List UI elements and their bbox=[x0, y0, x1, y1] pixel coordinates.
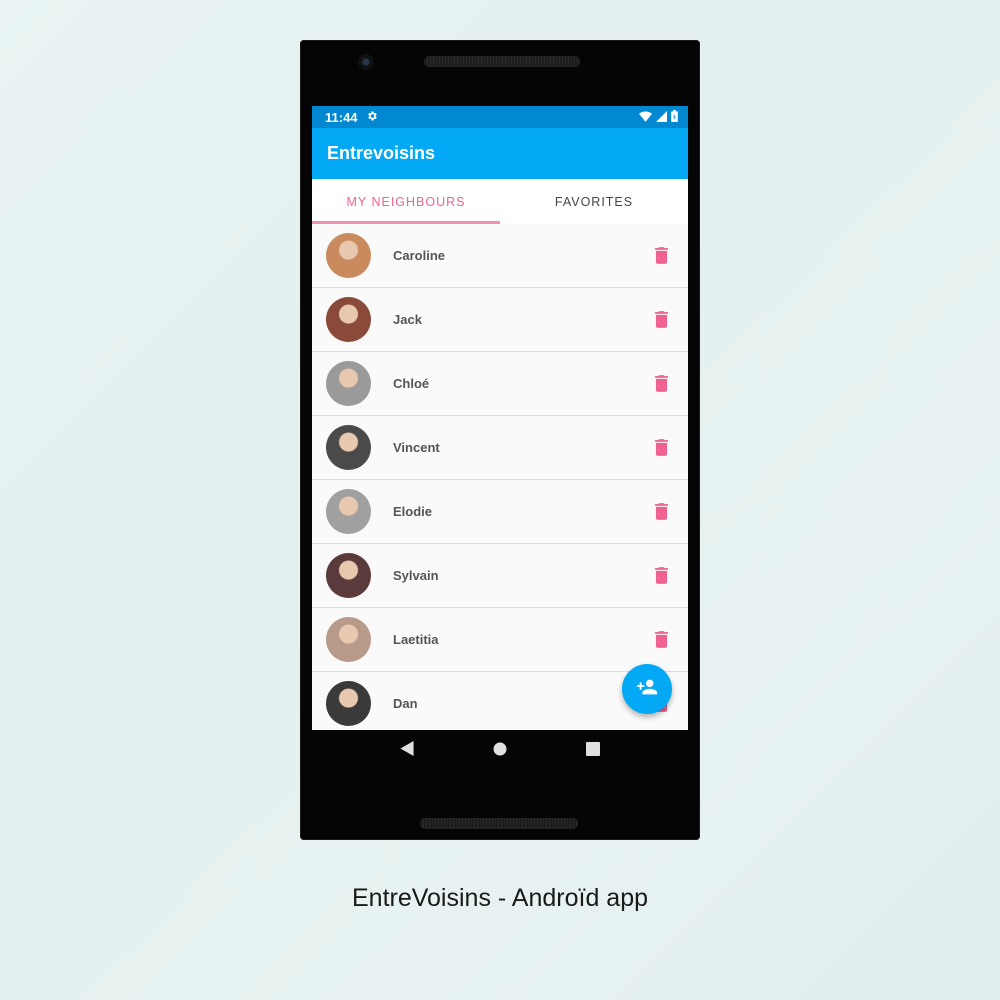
back-icon[interactable] bbox=[400, 741, 414, 761]
gear-icon bbox=[366, 110, 378, 125]
avatar bbox=[326, 681, 371, 726]
signal-icon bbox=[656, 110, 667, 125]
app-bar: Entrevoisins bbox=[312, 128, 688, 179]
avatar bbox=[326, 425, 371, 470]
delete-icon[interactable] bbox=[652, 439, 670, 456]
neighbour-list: Caroline Jack Chloé Vincent Elodie Sylvain Lae… bbox=[312, 224, 688, 730]
avatar bbox=[326, 617, 371, 662]
add-neighbour-button[interactable] bbox=[622, 664, 672, 714]
avatar bbox=[326, 489, 371, 534]
neighbour-name: Laetitia bbox=[393, 632, 439, 647]
neighbour-name: Jack bbox=[393, 312, 422, 327]
neighbour-name: Caroline bbox=[393, 248, 446, 263]
front-camera bbox=[358, 54, 374, 70]
top-speaker bbox=[424, 56, 580, 67]
neighbour-name: Chloé bbox=[393, 376, 430, 391]
list-item[interactable]: Chloé bbox=[312, 352, 688, 416]
add-person-icon bbox=[636, 676, 658, 703]
system-nav-bar bbox=[312, 730, 688, 772]
phone-frame: 11:44 Entrevoisins MY NEIGHBOURS FAVORIT… bbox=[300, 40, 700, 840]
delete-icon[interactable] bbox=[652, 631, 670, 648]
delete-icon[interactable] bbox=[652, 567, 670, 584]
home-icon[interactable] bbox=[493, 742, 507, 761]
caption: EntreVoisins - Androïd app bbox=[351, 884, 649, 912]
list-item[interactable]: Vincent bbox=[312, 416, 688, 480]
wifi-icon bbox=[639, 110, 652, 125]
avatar bbox=[326, 361, 371, 406]
recents-icon[interactable] bbox=[586, 741, 601, 761]
list-item[interactable]: Laetitia bbox=[312, 608, 688, 672]
app-screen: 11:44 Entrevoisins MY NEIGHBOURS FAVORIT… bbox=[312, 106, 688, 730]
avatar bbox=[326, 553, 371, 598]
neighbour-name: Elodie bbox=[393, 504, 433, 519]
list-item[interactable]: Sylvain bbox=[312, 544, 688, 608]
delete-icon[interactable] bbox=[652, 311, 670, 328]
tab-bar: MY NEIGHBOURS FAVORITES bbox=[312, 179, 688, 224]
neighbour-name: Sylvain bbox=[393, 568, 439, 583]
avatar bbox=[326, 233, 371, 278]
neighbour-name: Dan bbox=[393, 696, 418, 711]
status-time: 11:44 bbox=[325, 109, 358, 125]
delete-icon[interactable] bbox=[652, 503, 670, 520]
battery-icon bbox=[671, 109, 678, 125]
bottom-speaker bbox=[420, 818, 578, 829]
tab-favorites[interactable]: FAVORITES bbox=[500, 179, 688, 224]
avatar bbox=[326, 297, 371, 342]
tab-my-neighbours[interactable]: MY NEIGHBOURS bbox=[312, 179, 500, 224]
app-title: Entrevoisins bbox=[327, 143, 436, 163]
delete-icon[interactable] bbox=[652, 375, 670, 392]
list-item[interactable]: Jack bbox=[312, 288, 688, 352]
list-item[interactable]: Elodie bbox=[312, 480, 688, 544]
neighbour-name: Vincent bbox=[393, 440, 440, 455]
list-item[interactable]: Caroline bbox=[312, 224, 688, 288]
delete-icon[interactable] bbox=[652, 247, 670, 264]
status-bar: 11:44 bbox=[312, 106, 688, 128]
